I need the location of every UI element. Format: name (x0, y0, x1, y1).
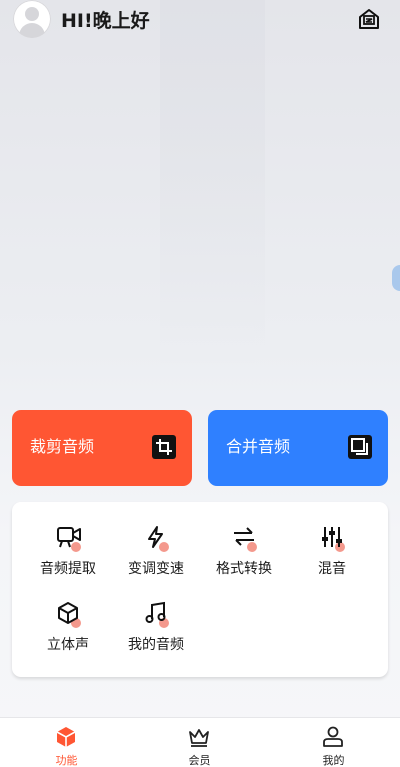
merge-audio-label: 合并音频 (226, 437, 291, 456)
tools-grid: 音频提取 变调变速 格式转换 混音 立体声 我的音频 (12, 502, 388, 677)
tool-label: 格式转换 (216, 561, 272, 577)
floating-side-button[interactable] (392, 265, 400, 291)
avatar[interactable] (13, 0, 51, 38)
tab-label: 我的 (322, 754, 345, 767)
tab-label: 功能 (55, 754, 78, 767)
tool-pitch-speed[interactable]: 变调变速 (112, 524, 200, 584)
lightning-icon (142, 524, 170, 552)
music-note-icon (142, 600, 170, 628)
tab-features[interactable]: 功能 (0, 718, 133, 767)
tool-stereo[interactable]: 立体声 (24, 600, 112, 660)
mixer-sliders-icon (318, 524, 346, 552)
tab-mine[interactable]: 我的 (267, 718, 400, 767)
crop-audio-label: 裁剪音频 (30, 437, 95, 456)
user-icon (321, 725, 345, 749)
tool-format-convert[interactable]: 格式转换 (200, 524, 288, 584)
tool-label: 变调变速 (128, 561, 184, 577)
mailbox-icon[interactable] (358, 8, 380, 30)
background-panel (160, 0, 265, 365)
copy-icon (348, 435, 372, 459)
tab-label: 会员 (188, 754, 211, 767)
tool-label: 立体声 (47, 637, 89, 653)
video-camera-icon (54, 524, 82, 552)
merge-audio-card[interactable]: 合并音频 (208, 410, 388, 486)
tool-my-audio[interactable]: 我的音频 (112, 600, 200, 660)
swap-arrows-icon (230, 524, 258, 552)
crown-icon (187, 725, 211, 749)
header: HI!晚上好 (0, 0, 400, 38)
tool-label: 混音 (318, 561, 346, 577)
tool-label: 音频提取 (40, 561, 96, 577)
tab-membership[interactable]: 会员 (133, 718, 266, 767)
greeting-text: HI!晚上好 (61, 10, 150, 32)
tool-label: 我的音频 (128, 637, 184, 653)
tool-mix[interactable]: 混音 (288, 524, 376, 584)
bottom-tab-bar: 功能 会员 我的 (0, 717, 400, 767)
crop-audio-card[interactable]: 裁剪音频 (12, 410, 192, 486)
crop-icon (152, 435, 176, 459)
tool-audio-extract[interactable]: 音频提取 (24, 524, 112, 584)
cube-icon (54, 725, 78, 749)
cube-icon (54, 600, 82, 628)
